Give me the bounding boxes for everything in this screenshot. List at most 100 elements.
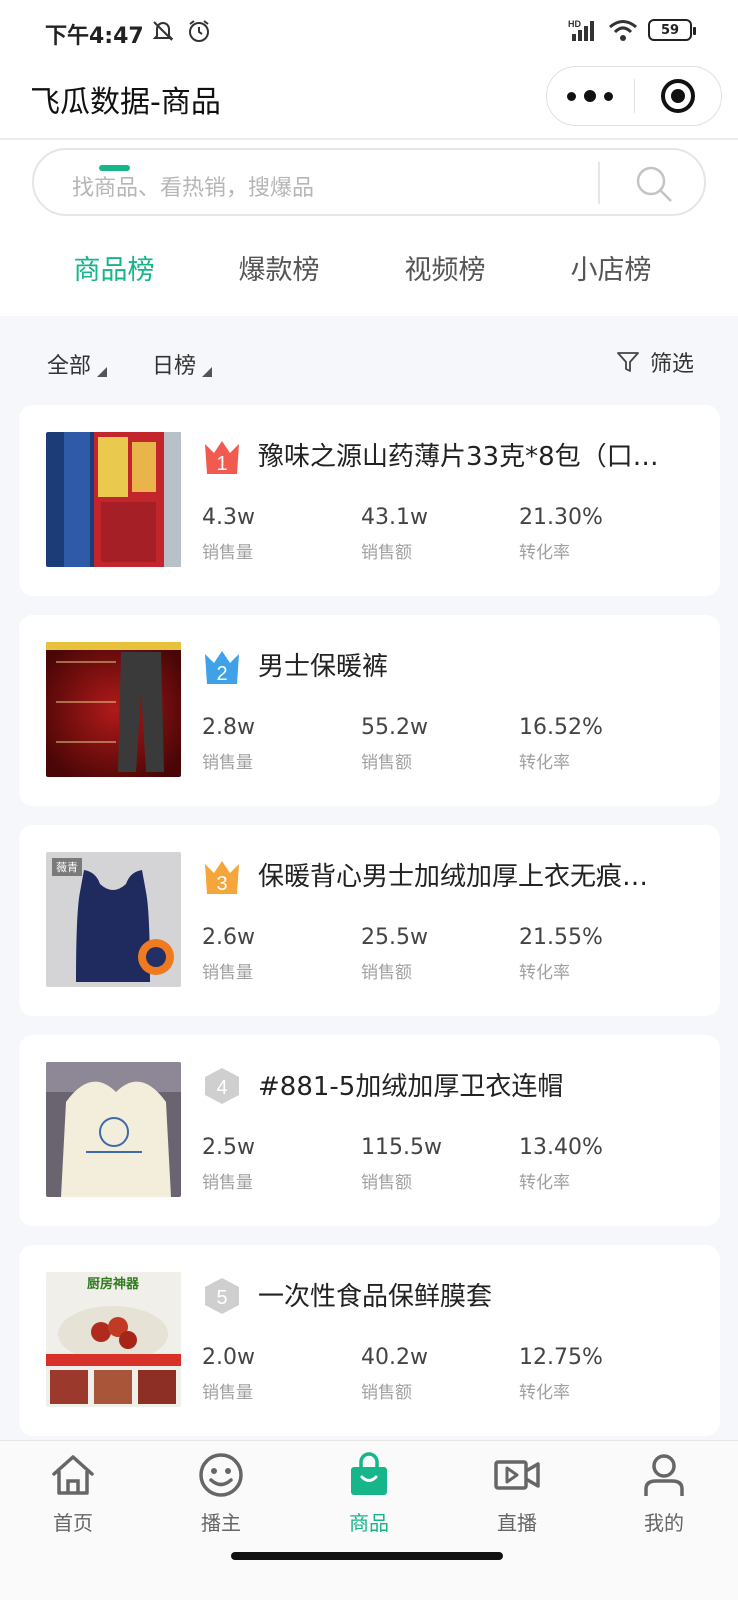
conversion-label: 转化率 bbox=[519, 753, 570, 773]
search-divider bbox=[598, 162, 600, 204]
home-indicator[interactable] bbox=[231, 1552, 503, 1560]
nav-label: 播主 bbox=[201, 1511, 241, 1535]
product-card[interactable]: 4 #881-5加绒加厚卫衣连帽 2.5w 销售量 115.5w 销售额 13.… bbox=[19, 1035, 720, 1226]
nav-item-products[interactable]: 商品 bbox=[319, 1451, 419, 1536]
nav-item-streamer[interactable]: 播主 bbox=[171, 1451, 271, 1536]
nav-item-live[interactable]: 直播 bbox=[467, 1451, 567, 1536]
metric-conversion: 21.55% 转化率 bbox=[519, 925, 603, 983]
nav-label: 我的 bbox=[644, 1511, 684, 1535]
sales-amount-value: 43.1w bbox=[361, 505, 428, 530]
conversion-value: 13.40% bbox=[519, 1135, 603, 1160]
more-dot-icon bbox=[567, 91, 577, 101]
tab-shop-rank[interactable]: 小店榜 bbox=[526, 248, 696, 287]
filter-row: 全部 日榜 筛选 bbox=[0, 330, 738, 404]
search-icon[interactable] bbox=[634, 164, 674, 204]
status-icons-right: HD 59 bbox=[568, 18, 696, 42]
search-input[interactable]: 找商品、看热销，搜爆品 bbox=[32, 148, 706, 216]
filter-button[interactable]: 筛选 bbox=[616, 346, 694, 378]
dropdown-triangle-icon bbox=[202, 367, 213, 377]
svg-text:3: 3 bbox=[216, 873, 227, 895]
svg-text:1: 1 bbox=[216, 453, 227, 475]
period-label: 日榜 bbox=[152, 354, 197, 379]
conversion-value: 21.55% bbox=[519, 925, 603, 950]
product-card[interactable]: 薇青 3 保暖背心男士加绒加厚上衣无痕… 2.6w 销售量 25.5w 销售额 … bbox=[19, 825, 720, 1016]
sales-volume-label: 销售量 bbox=[202, 543, 253, 563]
metric-sales-amount: 40.2w 销售额 bbox=[361, 1345, 428, 1403]
target-icon bbox=[660, 79, 695, 113]
active-tab-indicator bbox=[99, 165, 130, 171]
svg-text:HD: HD bbox=[568, 19, 581, 29]
rank-crown-icon: 1 bbox=[205, 441, 239, 475]
sales-volume-value: 2.8w bbox=[202, 715, 255, 740]
metric-conversion: 12.75% 转化率 bbox=[519, 1345, 603, 1403]
sales-volume-label: 销售量 bbox=[202, 963, 253, 983]
funnel-icon bbox=[617, 352, 639, 372]
sales-volume-value: 4.3w bbox=[202, 505, 255, 530]
nav-label: 首页 bbox=[53, 1511, 93, 1535]
conversion-label: 转化率 bbox=[519, 1173, 570, 1193]
tab-hot-rank[interactable]: 爆款榜 bbox=[194, 248, 364, 287]
shopping-bag-icon bbox=[351, 1452, 387, 1495]
close-button[interactable] bbox=[635, 67, 722, 125]
conversion-label: 转化率 bbox=[519, 963, 570, 983]
metric-sales-amount: 115.5w 销售额 bbox=[361, 1135, 442, 1193]
conversion-value: 16.52% bbox=[519, 715, 603, 740]
sales-amount-label: 销售额 bbox=[361, 1173, 412, 1193]
product-card[interactable]: 厨房神器 5 一次性食品保鲜膜套 2.0w 销售量 40.2w 销售额 12.7… bbox=[19, 1245, 720, 1436]
status-icons-left bbox=[150, 18, 212, 44]
product-title: #881-5加绒加厚卫衣连帽 bbox=[258, 1072, 564, 1102]
period-dropdown[interactable]: 日榜 bbox=[152, 348, 213, 380]
svg-text:5: 5 bbox=[216, 1287, 227, 1309]
sales-volume-value: 2.6w bbox=[202, 925, 255, 950]
nav-item-me[interactable]: 我的 bbox=[614, 1451, 714, 1536]
metric-sales-volume: 2.5w 销售量 bbox=[202, 1135, 255, 1193]
tab-video-rank[interactable]: 视频榜 bbox=[360, 248, 530, 287]
filter-label: 筛选 bbox=[649, 352, 694, 377]
metric-sales-amount: 55.2w 销售额 bbox=[361, 715, 428, 773]
sales-volume-label: 销售量 bbox=[202, 1173, 253, 1193]
nav-label: 商品 bbox=[349, 1511, 389, 1535]
nav-item-home[interactable]: 首页 bbox=[23, 1451, 123, 1536]
smiley-icon bbox=[199, 1453, 243, 1497]
product-title: 豫味之源山药薄片33克*8包（口… bbox=[258, 442, 659, 472]
sales-amount-value: 55.2w bbox=[361, 715, 428, 740]
conversion-label: 转化率 bbox=[519, 1383, 570, 1403]
alarm-icon bbox=[189, 20, 209, 42]
home-icon bbox=[52, 1455, 94, 1495]
rank-crown-icon: 3 bbox=[205, 861, 239, 895]
sales-amount-label: 销售额 bbox=[361, 753, 412, 773]
sales-amount-value: 115.5w bbox=[361, 1135, 442, 1160]
conversion-value: 21.30% bbox=[519, 505, 603, 530]
metric-sales-volume: 4.3w 销售量 bbox=[202, 505, 255, 563]
battery-level: 59 bbox=[660, 22, 680, 38]
sales-volume-value: 2.0w bbox=[202, 1345, 255, 1370]
mute-bell-icon bbox=[152, 21, 174, 41]
sales-volume-label: 销售量 bbox=[202, 753, 253, 773]
rank-hexagon-icon: 4 bbox=[205, 1068, 239, 1104]
rank-crown-icon: 2 bbox=[205, 651, 239, 685]
product-thumbnail: 薇青 bbox=[46, 852, 181, 987]
rank-hexagon-icon: 5 bbox=[205, 1278, 239, 1314]
more-dot-icon bbox=[604, 91, 614, 101]
metric-sales-amount: 43.1w 销售额 bbox=[361, 505, 428, 563]
sales-amount-value: 25.5w bbox=[361, 925, 428, 950]
sales-amount-value: 40.2w bbox=[361, 1345, 428, 1370]
conversion-label: 转化率 bbox=[519, 543, 570, 563]
title-bar: 飞瓜数据-商品 bbox=[0, 60, 738, 140]
metric-sales-volume: 2.8w 销售量 bbox=[202, 715, 255, 773]
sales-volume-value: 2.5w bbox=[202, 1135, 255, 1160]
category-dropdown[interactable]: 全部 bbox=[47, 348, 108, 380]
metric-sales-amount: 25.5w 销售额 bbox=[361, 925, 428, 983]
product-card[interactable]: 1 豫味之源山药薄片33克*8包（口… 4.3w 销售量 43.1w 销售额 2… bbox=[19, 405, 720, 596]
product-title: 一次性食品保鲜膜套 bbox=[258, 1282, 493, 1312]
product-card[interactable]: 2 男士保暖裤 2.8w 销售量 55.2w 销售额 16.52% 转化率 bbox=[19, 615, 720, 806]
sales-amount-label: 销售额 bbox=[361, 543, 412, 563]
status-time: 下午4:47 bbox=[45, 24, 144, 49]
product-thumbnail bbox=[46, 432, 181, 567]
page-title: 飞瓜数据-商品 bbox=[30, 85, 221, 120]
product-title: 男士保暖裤 bbox=[258, 652, 389, 682]
metric-sales-volume: 2.0w 销售量 bbox=[202, 1345, 255, 1403]
metric-conversion: 16.52% 转化率 bbox=[519, 715, 603, 773]
tab-product-rank[interactable]: 商品榜 bbox=[29, 248, 199, 287]
more-button[interactable] bbox=[547, 67, 634, 125]
